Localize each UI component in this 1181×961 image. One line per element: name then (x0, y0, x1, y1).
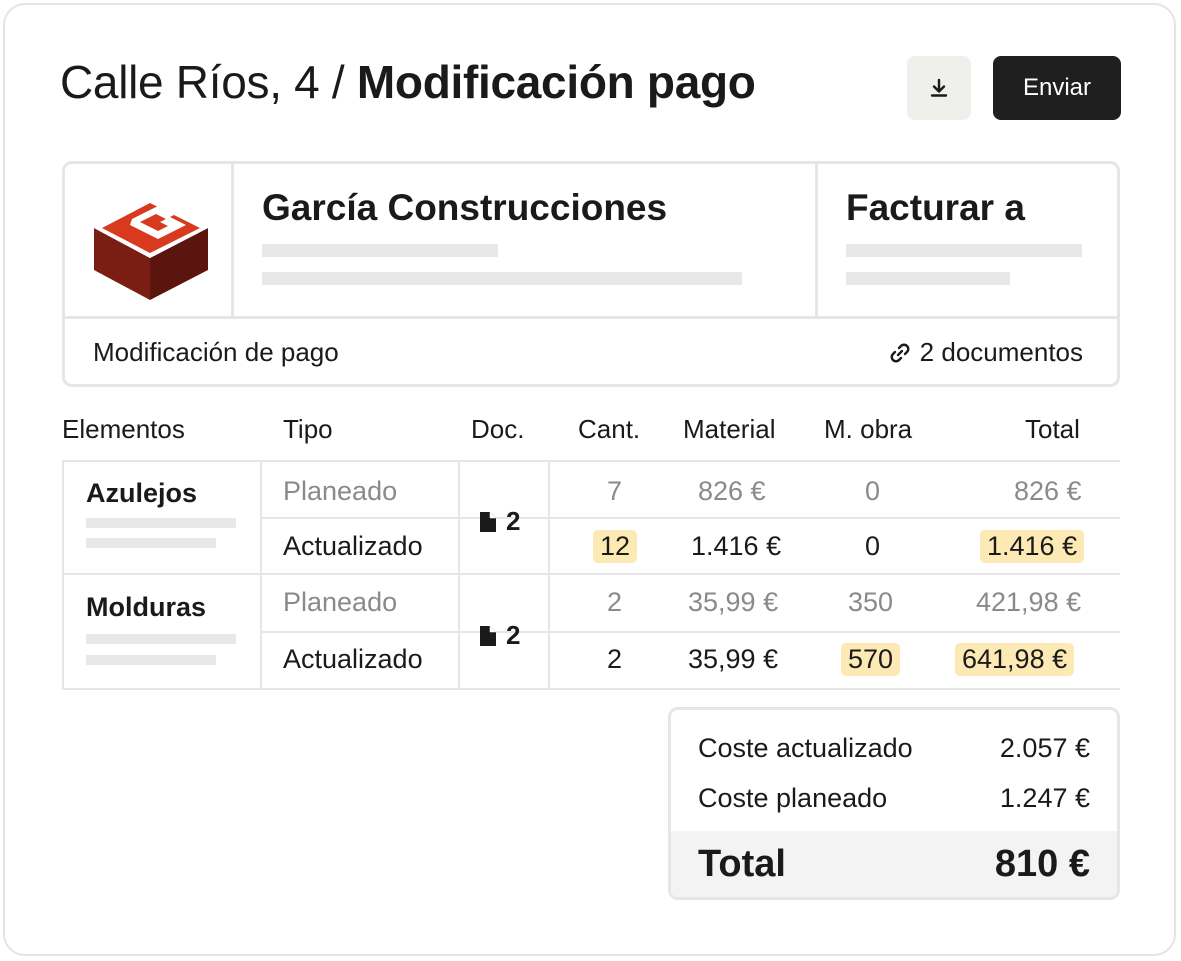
invoice-info-panel: García Construcciones Facturar a Modific… (62, 161, 1120, 387)
column-header-elements: Elementos (62, 414, 185, 444)
summary-total-row: Total 810 € (698, 843, 1090, 886)
summary-updated-value: 2.057 € (999, 733, 1090, 763)
table-border (548, 460, 550, 690)
row-material: 826 € (698, 476, 766, 506)
column-header-material: Material (683, 414, 776, 444)
row-quantity: 2 (607, 587, 623, 617)
document-icon (480, 625, 496, 646)
row-total: 826 € (1014, 476, 1082, 506)
linked-documents-link[interactable]: 2 documentos (888, 337, 1083, 368)
table-border (549, 517, 1120, 519)
document-count[interactable]: 2 (480, 620, 520, 651)
link-icon (890, 343, 910, 362)
document-icon (480, 511, 496, 532)
table-border (458, 460, 460, 690)
column-header-labor: M. obra (824, 414, 913, 444)
table-border (260, 460, 262, 690)
cost-table: Azulejos 2 Planeado 7 826 € 0 826 € Actu… (62, 460, 1120, 690)
row-type: Planeado (283, 476, 398, 506)
summary-total-label: Total (698, 843, 786, 885)
row-labor-changed: 570 (841, 643, 901, 676)
summary-planned-value: 1.247 € (999, 783, 1090, 813)
title-project: Calle Ríos, 4 / (60, 56, 345, 108)
document-count-value: 2 (506, 506, 521, 536)
row-material: 35,99 € (688, 587, 779, 617)
documents-count: 2 documentos (919, 337, 1083, 367)
company-logo-icon (94, 198, 208, 300)
send-button[interactable]: Enviar (993, 56, 1121, 120)
summary-planned-row: Coste planeado 1.247 € (698, 783, 1090, 814)
row-type: Planeado (283, 587, 398, 617)
download-button[interactable] (907, 56, 971, 120)
placeholder-line (262, 272, 742, 285)
table-border (62, 573, 1120, 575)
table-border (62, 460, 1120, 462)
document-type-label: Modificación de pago (93, 337, 339, 367)
placeholder-line (846, 244, 1082, 257)
divider (231, 164, 234, 318)
cost-summary: Coste actualizado 2.057 € Coste planeado… (668, 707, 1120, 900)
summary-total-value: 810 € (994, 843, 1090, 885)
table-border (62, 688, 1120, 690)
column-header-doc: Doc. (471, 414, 525, 444)
row-quantity: 7 (607, 476, 623, 506)
summary-updated-row: Coste actualizado 2.057 € (698, 733, 1090, 764)
divider (815, 164, 818, 318)
summary-total-band: Total 810 € (671, 831, 1117, 897)
placeholder-line (86, 518, 236, 528)
divider (65, 316, 1117, 319)
placeholder-line (86, 634, 236, 644)
column-header-total: Total (1025, 414, 1080, 444)
placeholder-line (262, 244, 498, 257)
title-document: Modificación pago (356, 56, 756, 108)
row-type: Actualizado (283, 644, 423, 674)
document-count[interactable]: 2 (480, 506, 520, 537)
row-material: 35,99 € (688, 644, 779, 674)
row-total-changed: 641,98 € (955, 643, 1075, 676)
row-quantity: 2 (607, 644, 623, 674)
placeholder-line (86, 655, 216, 665)
document-count-value: 2 (506, 620, 521, 650)
element-name: Molduras (86, 592, 207, 622)
column-header-quantity: Cant. (578, 414, 641, 444)
row-material: 1.416 € (691, 531, 782, 561)
summary-updated-label: Coste actualizado (698, 733, 913, 763)
placeholder-line (86, 538, 216, 548)
row-total-changed: 1.416 € (980, 530, 1085, 563)
placeholder-line (846, 272, 1010, 285)
row-quantity-changed: 12 (593, 530, 638, 563)
row-total: 421,98 € (976, 587, 1082, 617)
row-type: Actualizado (283, 531, 423, 561)
row-labor: 350 (848, 587, 894, 617)
download-icon (930, 78, 948, 97)
element-name: Azulejos (86, 478, 198, 508)
summary-planned-label: Coste planeado (698, 783, 888, 813)
column-header-type: Tipo (283, 414, 333, 444)
page-title: Calle Ríos, 4 / Modificación pago (60, 52, 756, 112)
row-labor: 0 (865, 531, 881, 561)
row-labor: 0 (865, 476, 881, 506)
table-border (62, 460, 64, 690)
bill-to-heading: Facturar a (846, 187, 1025, 228)
company-name: García Construcciones (262, 187, 668, 228)
table-border (549, 631, 1120, 633)
